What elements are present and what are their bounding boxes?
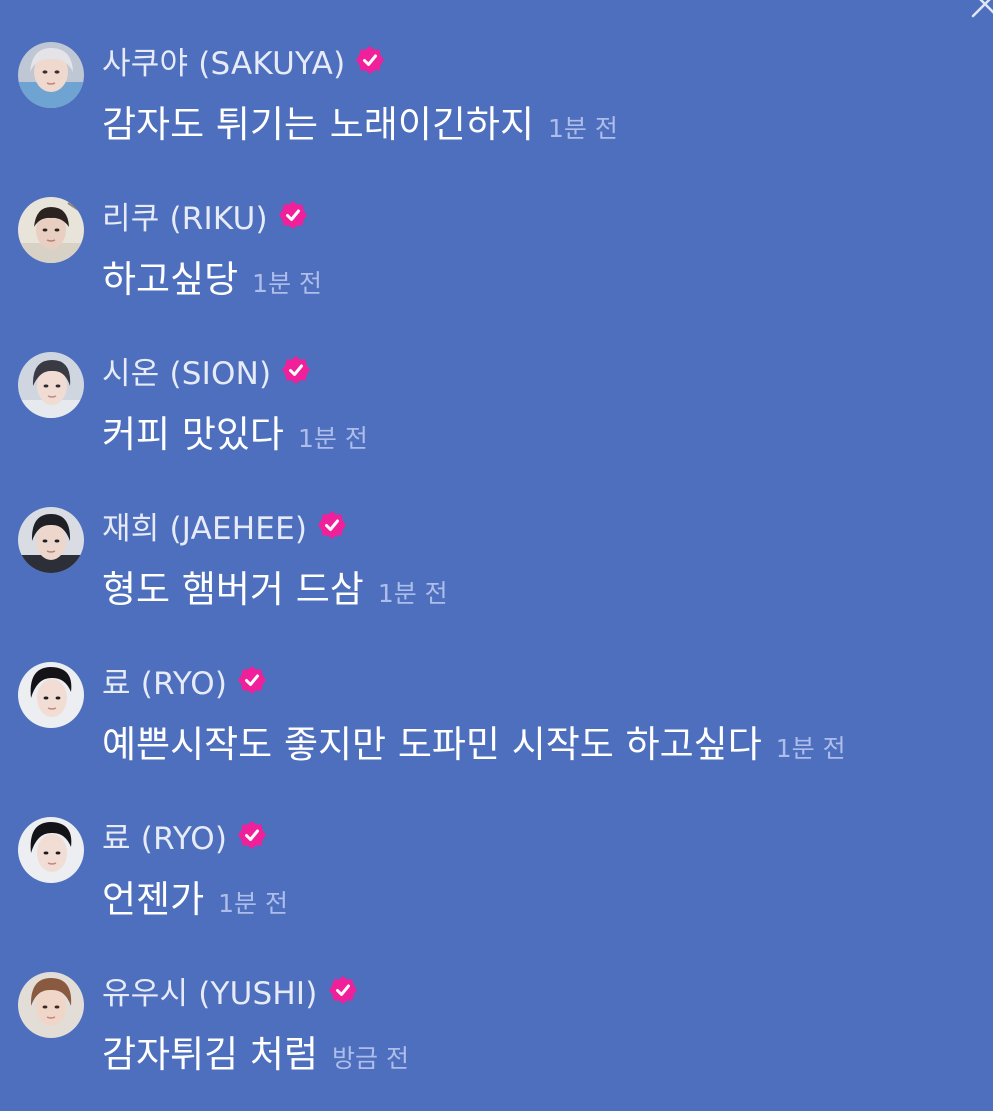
message-timestamp: 1분 전 xyxy=(218,889,288,918)
author-name[interactable]: 리쿠 (RIKU) xyxy=(102,193,268,238)
verified-badge-icon xyxy=(238,666,267,694)
avatar[interactable] xyxy=(18,507,84,573)
message-timestamp: 1분 전 xyxy=(548,114,618,143)
author-name[interactable]: 재희 (JAEHEE) xyxy=(102,503,307,548)
chat-message: 사쿠야 (SAKUYA) 감자도 튀기는 노래이긴하지 1분 전 xyxy=(18,38,978,158)
message-text: 하고싶당 xyxy=(102,258,239,301)
message-text: 언젠가 xyxy=(102,878,205,921)
verified-badge-icon xyxy=(238,821,267,849)
message-text: 형도 햄버거 드삼 xyxy=(102,568,364,611)
chat-message: 료 (RYO) 언젠가 1분 전 xyxy=(18,813,978,933)
author-name[interactable]: 료 (RYO) xyxy=(102,658,227,703)
verified-badge-icon xyxy=(318,511,347,539)
avatar[interactable] xyxy=(18,197,84,263)
message-timestamp: 방금 전 xyxy=(332,1044,409,1073)
avatar[interactable] xyxy=(18,817,84,883)
message-text: 감자도 튀기는 노래이긴하지 xyxy=(102,103,535,146)
author-name[interactable]: 사쿠야 (SAKUYA) xyxy=(102,38,345,83)
message-text: 감자튀김 처럼 xyxy=(102,1033,319,1076)
verified-badge-icon xyxy=(328,976,357,1004)
message-text: 커피 맛있다 xyxy=(102,413,284,456)
author-name[interactable]: 시온 (SION) xyxy=(102,348,271,393)
author-name[interactable]: 유우시 (YUSHI) xyxy=(102,968,318,1013)
verified-badge-icon xyxy=(278,201,307,229)
message-timestamp: 1분 전 xyxy=(297,424,368,453)
avatar[interactable] xyxy=(18,352,84,418)
chat-message: 시온 (SION) 커피 맛있다 1분 전 xyxy=(18,348,978,468)
avatar[interactable] xyxy=(18,662,84,728)
message-text: 예쁜시작도 좋지만 도파민 시작도 하고싶다 xyxy=(102,723,762,766)
message-timestamp: 1분 전 xyxy=(377,579,448,608)
chat-message: 재희 (JAEHEE) 형도 햄버거 드삼 1분 전 xyxy=(18,503,978,623)
message-timestamp: 1분 전 xyxy=(775,734,846,763)
message-timestamp: 1분 전 xyxy=(252,269,323,298)
verified-badge-icon xyxy=(356,46,385,74)
avatar[interactable] xyxy=(18,972,84,1038)
avatar[interactable] xyxy=(18,42,84,108)
chat-message: 료 (RYO) 예쁜시작도 좋지만 도파민 시작도 하고싶다 1분 전 xyxy=(18,658,978,778)
chat-message: 리쿠 (RIKU) 하고싶당 1분 전 xyxy=(18,193,978,313)
chat-message: 유우시 (YUSHI) 감자튀김 처럼 방금 전 xyxy=(18,968,978,1088)
verified-badge-icon xyxy=(282,356,311,384)
author-name[interactable]: 료 (RYO) xyxy=(102,813,227,858)
close-icon[interactable] xyxy=(971,0,993,18)
